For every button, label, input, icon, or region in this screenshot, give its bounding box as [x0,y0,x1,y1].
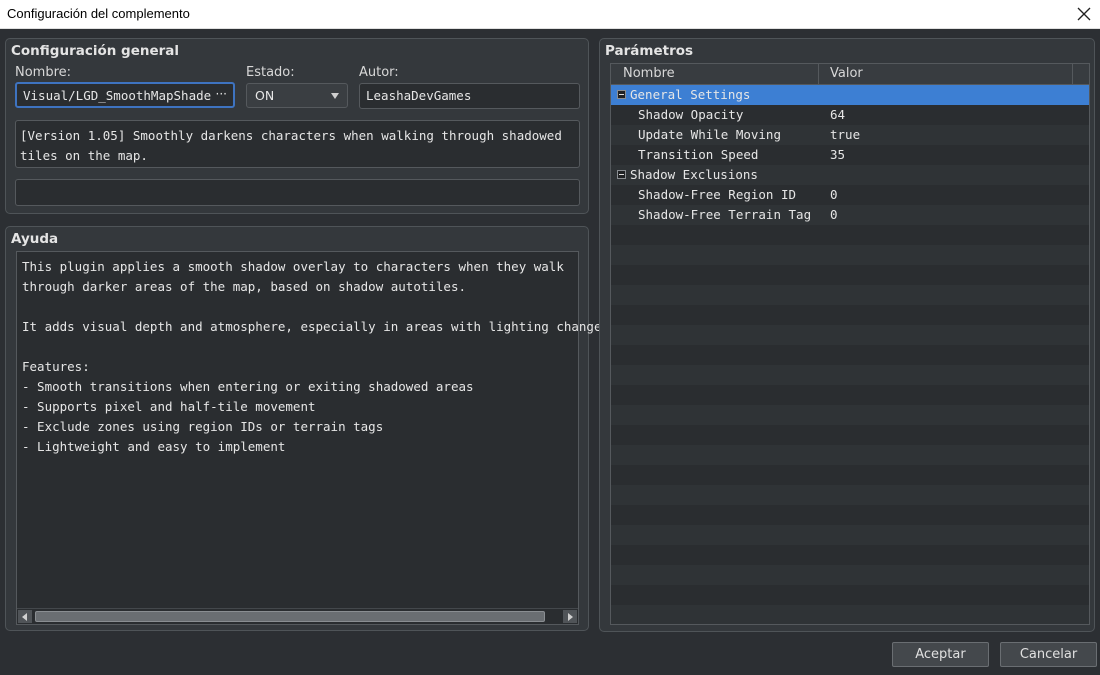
close-button[interactable] [1070,0,1100,29]
tree-param-row[interactable]: Shadow-Free Region ID 0 [611,185,1089,205]
close-icon [1077,7,1091,21]
plugin-name-field[interactable]: Visual/LGD_SmoothMapShade ··· [15,82,235,108]
param-name: Shadow Opacity [638,107,744,122]
empty-row [611,405,1089,425]
description-field[interactable]: [Version 1.05] Smoothly darkens characte… [15,120,580,168]
empty-row [611,485,1089,505]
empty-row [611,225,1089,245]
param-value: 0 [830,187,838,202]
extra-field[interactable] [15,179,580,206]
empty-row [611,565,1089,585]
empty-row [611,505,1089,525]
scroll-right-button[interactable] [563,610,577,623]
help-panel: Ayuda This plugin applies a smooth shado… [5,226,617,631]
column-header-name[interactable]: Nombre [623,66,675,81]
param-name: Shadow Exclusions [630,167,758,182]
tree-group-row[interactable]: Shadow Exclusions [611,165,1089,185]
param-name: Transition Speed [638,147,759,162]
param-name: General Settings [630,87,751,102]
description-value: [Version 1.05] Smoothly darkens characte… [20,128,562,163]
empty-row [611,445,1089,465]
empty-row [611,465,1089,485]
empty-row [611,605,1089,624]
empty-row [611,585,1089,605]
window-title: Configuración del complemento [7,6,190,21]
scroll-left-button[interactable] [18,610,32,623]
help-text: This plugin applies a smooth shadow over… [22,259,617,454]
state-label: Estado: [246,65,295,80]
plugin-name-value: Visual/LGD_SmoothMapShade [23,88,212,103]
column-header-value[interactable]: Valor [830,66,863,81]
empty-row [611,385,1089,405]
title-bar: Configuración del complemento [0,0,1100,29]
tree-param-row[interactable]: Transition Speed 35 [611,145,1089,165]
tree-param-row[interactable]: Shadow-Free Terrain Tag 0 [611,205,1089,225]
empty-row [611,345,1089,365]
author-field[interactable]: LeashaDevGames [359,83,580,109]
arrow-left-icon [22,613,27,621]
empty-row [611,425,1089,445]
param-name: Update While Moving [638,127,781,142]
scroll-thumb[interactable] [35,611,545,622]
tree-rows: General Settings Shadow Opacity 64 Update W… [611,85,1089,624]
general-settings-panel: Configuración general Nombre: Estado: Au… [5,38,589,214]
parameters-title: Parámetros [605,43,694,59]
tree-group-row[interactable]: General Settings [611,85,1089,105]
arrow-right-icon [568,613,573,621]
param-name: Shadow-Free Region ID [638,187,797,202]
collapse-icon[interactable] [617,170,626,179]
empty-row [611,325,1089,345]
empty-row [611,285,1089,305]
help-text-area[interactable]: This plugin applies a smooth shadow over… [16,251,617,625]
empty-row [611,245,1089,265]
author-value: LeashaDevGames [366,88,472,103]
name-label: Nombre: [15,65,72,80]
help-title: Ayuda [11,231,59,247]
dropdown-arrow-icon [331,93,339,99]
collapse-icon[interactable] [617,90,626,99]
empty-row [611,265,1089,285]
param-value: 35 [830,147,846,162]
general-settings-title: Configuración general [11,43,180,59]
accept-button[interactable]: Aceptar [892,642,989,667]
state-dropdown[interactable]: ON [246,83,348,108]
empty-row [611,305,1089,325]
author-label: Autor: [359,65,399,80]
param-value: 64 [830,107,846,122]
param-name: Shadow-Free Terrain Tag [638,207,812,222]
empty-row [611,525,1089,545]
empty-row [611,365,1089,385]
parameters-tree: Nombre Valor General Settings Shadow Opac… [610,63,1090,625]
column-divider[interactable] [1072,64,1073,85]
cancel-button[interactable]: Cancelar [1000,642,1097,667]
tree-param-row[interactable]: Update While Moving true [611,125,1089,145]
empty-row [611,545,1089,565]
param-value: true [830,127,861,142]
tree-param-row[interactable]: Shadow Opacity 64 [611,105,1089,125]
browse-button[interactable]: ··· [216,87,227,101]
param-value: 0 [830,207,838,222]
state-value: ON [255,88,275,103]
column-divider[interactable] [818,64,819,85]
parameters-panel: Parámetros Nombre Valor General Settings… [599,38,1095,632]
tree-header: Nombre Valor [611,64,1089,85]
horizontal-scrollbar[interactable] [17,608,578,624]
